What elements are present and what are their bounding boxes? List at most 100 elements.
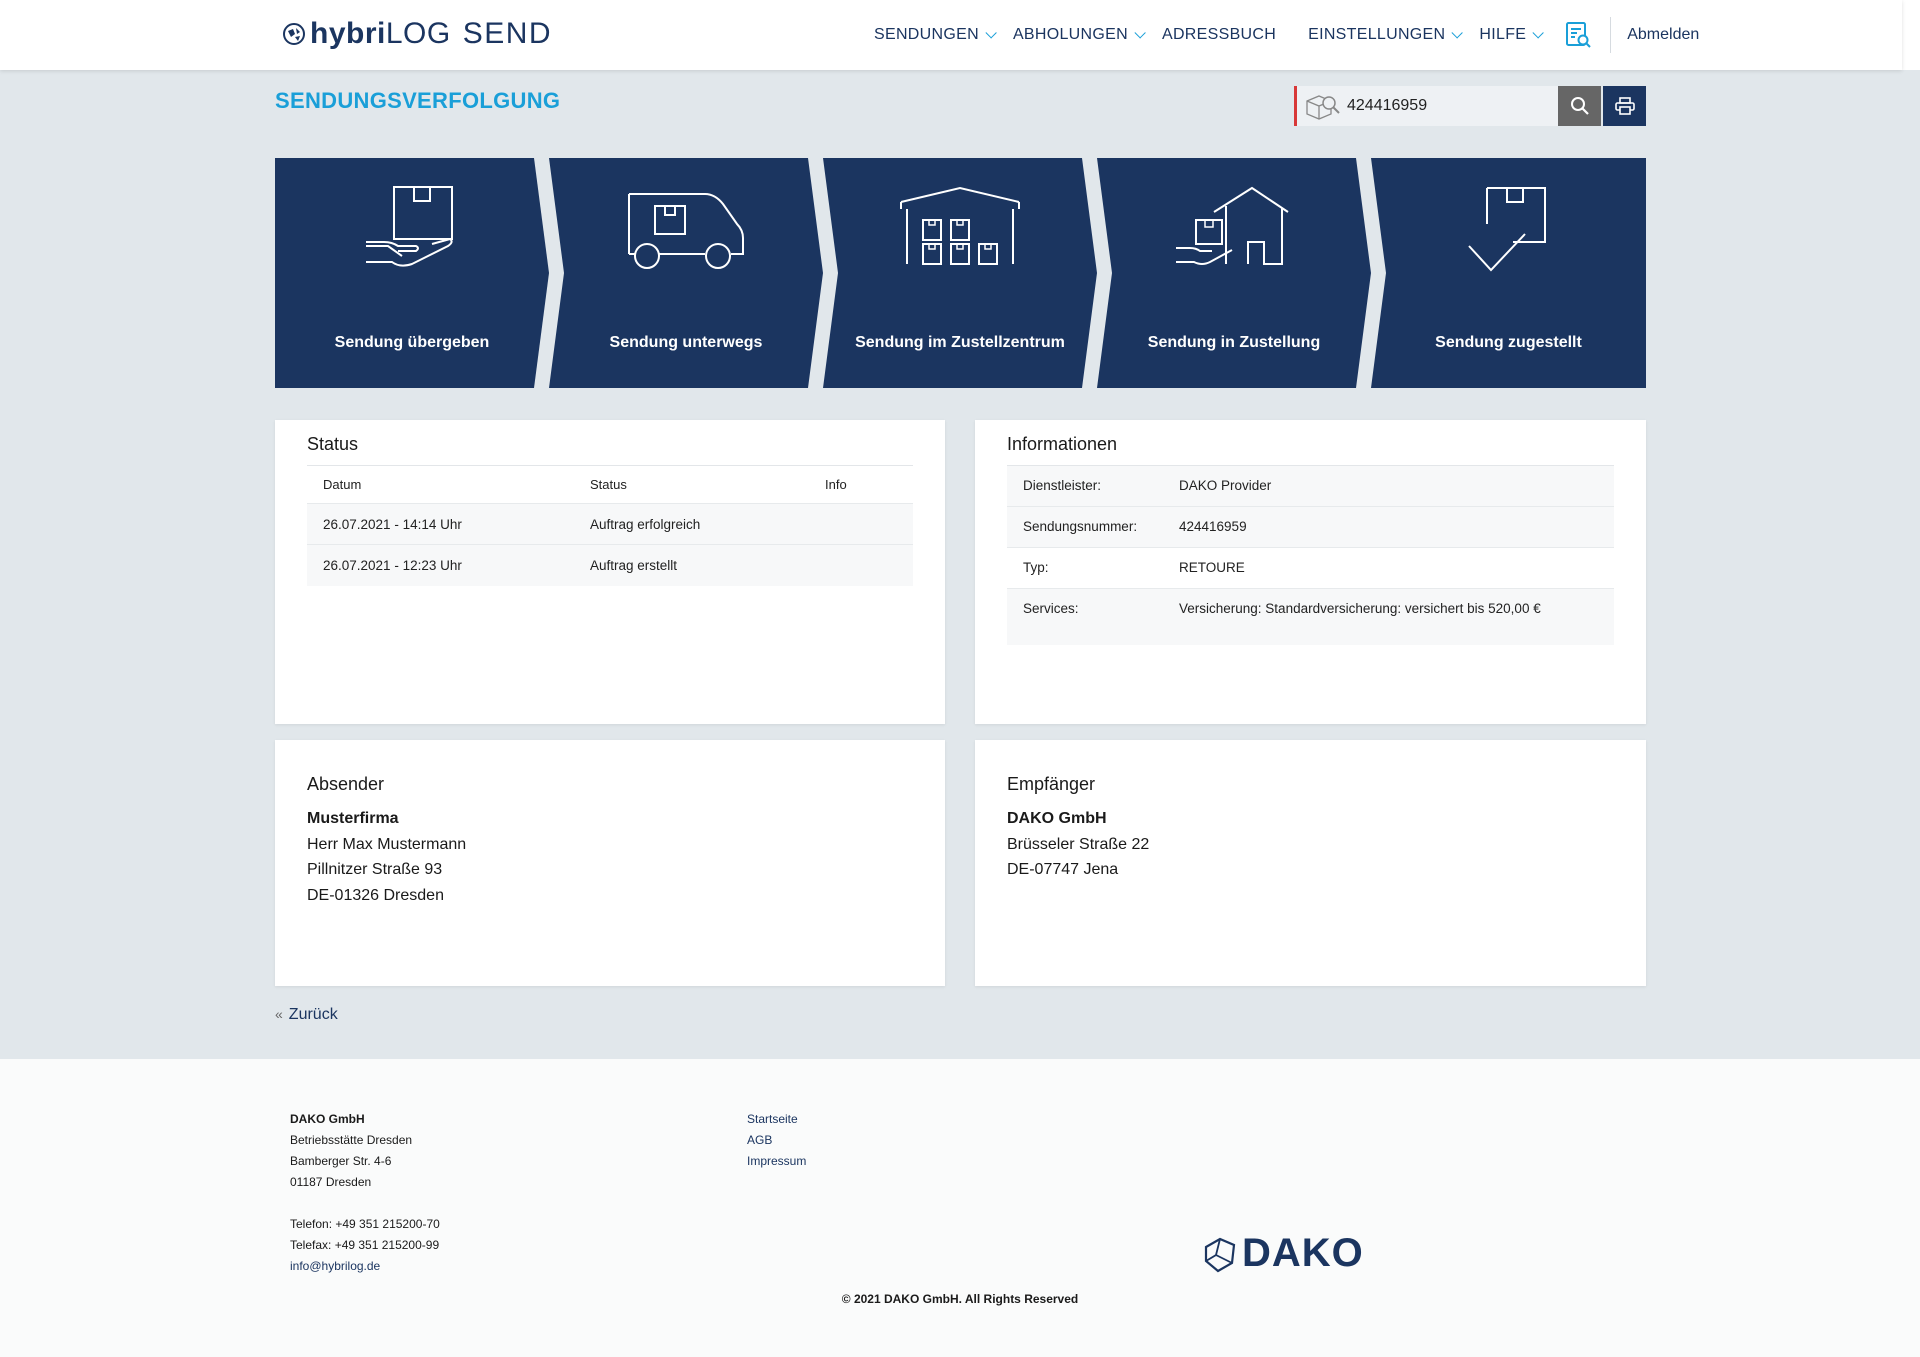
chevron-down-icon — [1451, 27, 1464, 39]
info-row: Services: Versicherung: Standardversiche… — [1007, 589, 1614, 645]
top-navigation-bar: hybriLOG SEND SENDUNGEN ABHOLUNGEN ADRESS… — [0, 0, 1902, 70]
row-status: Auftrag erfolgreich — [590, 516, 701, 532]
status-card: Status Datum Status Info 26.07.2021 - 14… — [275, 420, 945, 724]
search-icon — [1570, 97, 1589, 115]
double-chevron-left-icon: « — [275, 1006, 283, 1022]
step-zugestellt: Sendung zugestellt — [1371, 158, 1646, 388]
footer: DAKO GmbH Betriebsstätte Dresden Bamberg… — [0, 1059, 1920, 1357]
footer-company: DAKO GmbH — [290, 1112, 365, 1126]
main-nav: SENDUNGEN ABHOLUNGEN ADRESSBUCH EINSTELL… — [874, 17, 1699, 53]
row-date: 26.07.2021 - 12:23 Uhr — [323, 558, 462, 573]
dako-logo: DAKO — [1202, 1231, 1364, 1276]
table-row: 26.07.2021 - 14:14 Uhr Auftrag erfolgrei… — [307, 504, 913, 545]
info-row: Dienstleister: DAKO Provider — [1007, 466, 1614, 507]
information-title: Informationen — [1007, 434, 1118, 454]
row-date: 26.07.2021 - 14:14 Uhr — [323, 516, 462, 532]
search-field-wrapper — [1294, 86, 1558, 126]
nav-divider — [1610, 17, 1612, 53]
sender-company: Musterfirma — [307, 810, 399, 827]
back-link[interactable]: «Zurück — [275, 1006, 338, 1024]
info-value: RETOURE — [1179, 560, 1245, 575]
nav-abholungen[interactable]: ABHOLUNGEN — [1013, 26, 1146, 44]
chevron-down-icon — [985, 27, 997, 39]
globe-logo-icon — [283, 23, 305, 45]
chevron-down-icon — [1134, 27, 1146, 39]
search-button[interactable] — [1558, 86, 1601, 126]
step-unterwegs: Sendung unterwegs — [549, 158, 823, 388]
step-label: Sendung in Zustellung — [1147, 334, 1321, 351]
info-key: Sendungsnummer: — [1023, 519, 1138, 534]
page-title: SENDUNGSVERFOLGUNG — [275, 88, 561, 113]
sender-line: Herr Max Mustermann — [307, 835, 467, 853]
nav-sendungen[interactable]: SENDUNGEN — [874, 26, 997, 44]
info-key: Services: — [1023, 601, 1079, 616]
logout-link[interactable]: Abmelden — [1627, 26, 1699, 44]
tracking-number-input[interactable] — [1343, 97, 1543, 115]
recipient-line: Brüsseler Straße 22 — [1007, 835, 1150, 853]
step-label: Sendung übergeben — [334, 334, 490, 351]
printer-icon — [1614, 97, 1635, 115]
footer-address-line: 01187 Dresden — [290, 1175, 372, 1189]
footer-phone: Telefon: +49 351 215200-70 — [290, 1217, 440, 1231]
parcel-hand-icon — [366, 186, 453, 267]
header-datum: Datum — [323, 477, 362, 492]
footer-link-startseite[interactable]: Startseite — [747, 1109, 806, 1130]
nav-adressbuch[interactable]: ADRESSBUCH — [1162, 26, 1276, 44]
parcel-search-icon — [1306, 95, 1340, 120]
info-value: 424416959 — [1179, 519, 1247, 534]
recipient-company: DAKO GmbH — [1007, 810, 1107, 827]
sender-title: Absender — [307, 774, 385, 794]
footer-link-impressum[interactable]: Impressum — [747, 1151, 806, 1172]
sender-line: Pillnitzer Straße 93 — [307, 861, 443, 878]
status-title: Status — [307, 434, 359, 454]
step-label: Sendung zugestellt — [1435, 334, 1582, 351]
footer-links: Startseite AGB Impressum — [747, 1109, 806, 1172]
information-table: Dienstleister: DAKO Provider Sendungsnum… — [1007, 465, 1614, 645]
nav-hilfe[interactable]: HILFE — [1479, 26, 1545, 44]
info-key: Dienstleister: — [1023, 478, 1102, 493]
step-uebergeben: Sendung übergeben — [275, 158, 549, 388]
dako-wordmark: DAKO — [1242, 1231, 1364, 1275]
recipient-card: Empfänger DAKO GmbH Brüsseler Straße 22 … — [975, 740, 1646, 986]
sender-card: Absender Musterfirma Herr Max Mustermann… — [275, 740, 945, 986]
print-button[interactable] — [1603, 86, 1646, 126]
info-value: DAKO Provider — [1179, 478, 1272, 493]
footer-link-agb[interactable]: AGB — [747, 1130, 806, 1151]
logo-wordmark: hybriLOG SEND — [310, 17, 553, 50]
house-delivery-icon — [1176, 186, 1289, 265]
sender-line: DE-01326 Dresden — [307, 886, 444, 904]
footer-address-line: Bamberger Str. 4-6 — [290, 1154, 392, 1168]
recipient-title: Empfänger — [1007, 774, 1096, 794]
status-table: Datum Status Info 26.07.2021 - 14:14 Uhr… — [307, 465, 913, 586]
tracking-list-search-icon[interactable] — [1564, 21, 1592, 49]
delivered-arrow-icon — [1468, 187, 1546, 272]
tracking-search — [1294, 86, 1646, 126]
recipient-line: DE-07747 Jena — [1007, 861, 1119, 878]
info-key: Typ: — [1023, 560, 1049, 575]
header-status: Status — [590, 477, 627, 492]
step-label: Sendung unterwegs — [609, 334, 763, 351]
table-header: Datum Status Info — [307, 466, 913, 504]
step-label: Sendung im Zustellzentrum — [855, 334, 1065, 351]
footer-address: DAKO GmbH Betriebsstätte Dresden Bamberg… — [290, 1109, 440, 1277]
step-zustellzentrum: Sendung im Zustellzentrum — [823, 158, 1097, 388]
info-row: Typ: RETOURE — [1007, 548, 1614, 589]
footer-email-link[interactable]: info@hybrilog.de — [290, 1256, 440, 1277]
tracking-progress-steps: Sendung übergeben Sendung unterwegs Send… — [275, 158, 1646, 388]
table-row: 26.07.2021 - 12:23 Uhr Auftrag erstellt — [307, 545, 913, 586]
chevron-down-icon — [1532, 27, 1545, 39]
sender-address: Musterfirma Herr Max Mustermann Pillnitz… — [307, 806, 466, 908]
hybrilog-send-logo[interactable]: hybriLOG SEND — [282, 17, 553, 50]
nav-einstellungen[interactable]: EINSTELLUNGEN — [1308, 26, 1464, 44]
footer-copyright: © 2021 DAKO GmbH. All Rights Reserved — [841, 1292, 1079, 1306]
footer-address-line: Betriebsstätte Dresden — [290, 1133, 413, 1147]
dako-cube-icon — [1204, 1237, 1236, 1272]
step-in-zustellung: Sendung in Zustellung — [1097, 158, 1371, 388]
warehouse-icon — [900, 186, 1020, 265]
info-value: Versicherung: Standardversicherung: vers… — [1179, 601, 1541, 616]
information-card: Informationen Dienstleister: DAKO Provid… — [975, 420, 1646, 724]
header-info: Info — [825, 477, 847, 492]
info-row: Sendungsnummer: 424416959 — [1007, 507, 1614, 548]
row-status: Auftrag erstellt — [590, 558, 678, 573]
recipient-address: DAKO GmbH Brüsseler Straße 22 DE-07747 J… — [1007, 806, 1149, 883]
